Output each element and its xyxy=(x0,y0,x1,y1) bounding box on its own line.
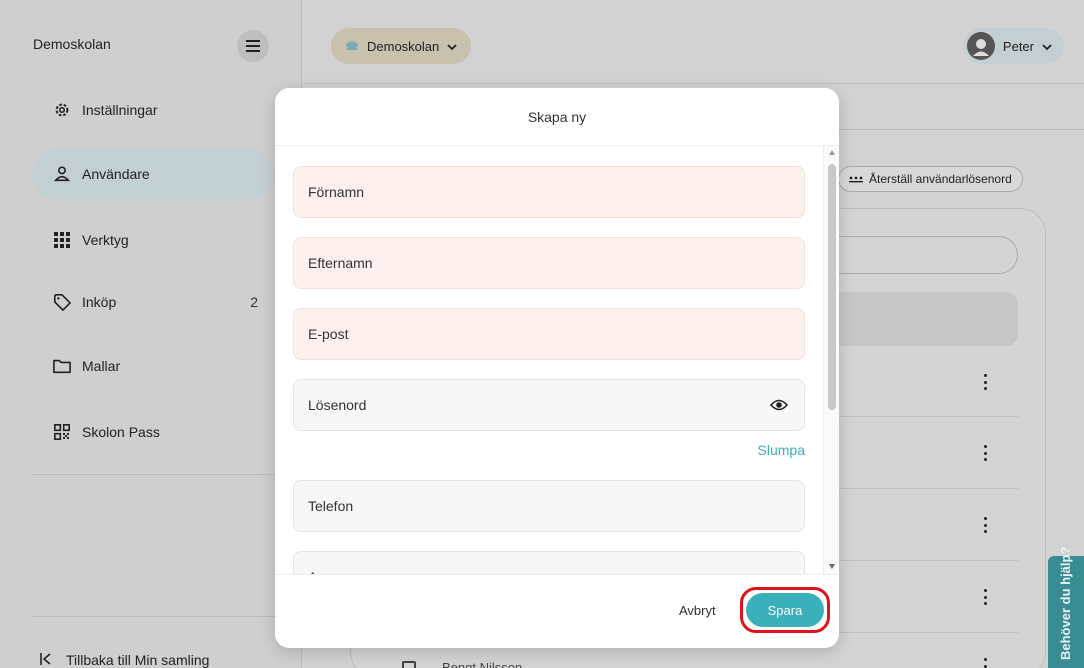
sidebar-item-label: Skolon Pass xyxy=(82,424,160,440)
chevron-down-icon xyxy=(447,39,457,54)
scroll-down-arrow-icon[interactable] xyxy=(829,564,835,569)
sidebar-item-installningar[interactable]: Inställningar xyxy=(32,84,274,136)
sidebar-item-mallar[interactable]: Mallar xyxy=(32,340,274,392)
back-to-collection-link[interactable]: Tillbaka till Min samling xyxy=(40,652,209,668)
school-logo-icon xyxy=(345,39,359,54)
sidebar-item-label: Inställningar xyxy=(82,102,158,118)
sidebar-divider xyxy=(32,474,302,475)
user-name: Peter xyxy=(1002,38,1034,54)
reset-password-label: Återställ användarlösenord xyxy=(869,172,1012,186)
table-row[interactable]: Bengt Nilsson xyxy=(402,660,522,668)
sidebar-item-verktyg[interactable]: Verktyg xyxy=(32,214,274,266)
grid-icon xyxy=(52,230,72,250)
password-dots-icon xyxy=(849,172,863,186)
avatar xyxy=(966,32,995,60)
folder-icon xyxy=(52,356,72,376)
last-name-field[interactable]: Efternamn xyxy=(293,237,805,289)
first-name-placeholder: Förnamn xyxy=(308,184,365,200)
dialog-form: Förnamn Efternamn E-post Lösenord Slumpa… xyxy=(275,146,823,574)
sidebar-item-label: Inköp xyxy=(82,294,117,310)
row-user-name: Bengt Nilsson xyxy=(442,660,523,668)
gear-icon xyxy=(52,100,72,120)
top-bar: Demoskolan Peter xyxy=(303,10,1084,84)
hamburger-icon xyxy=(246,40,260,52)
qr-code-icon xyxy=(52,422,72,442)
sidebar-item-label: Verktyg xyxy=(82,232,129,248)
reset-password-button[interactable]: Återställ användarlösenord xyxy=(838,166,1023,192)
create-user-dialog: Skapa ny Förnamn Efternamn E-post Löseno… xyxy=(275,88,839,648)
row-more-icon[interactable] xyxy=(980,372,990,392)
chevron-down-icon xyxy=(1042,39,1052,54)
randomize-password-link[interactable]: Slumpa xyxy=(758,442,805,458)
row-more-icon[interactable] xyxy=(980,515,990,535)
row-more-icon[interactable] xyxy=(980,587,990,607)
dialog-scrollbar[interactable] xyxy=(823,146,839,574)
row-checkbox[interactable] xyxy=(402,660,416,668)
password-field[interactable]: Lösenord xyxy=(293,379,805,431)
back-link-label: Tillbaka till Min samling xyxy=(66,652,210,668)
user-icon xyxy=(52,164,72,184)
tag-icon xyxy=(52,292,72,312)
count-badge: 2 xyxy=(250,294,258,310)
sidebar-item-label: Mallar xyxy=(82,358,121,374)
last-name-placeholder: Efternamn xyxy=(308,255,373,271)
save-button[interactable]: Spara xyxy=(746,593,824,627)
scrollbar-thumb[interactable] xyxy=(828,164,836,410)
sidebar-item-skolon-pass[interactable]: Skolon Pass xyxy=(32,406,274,458)
dialog-footer: Avbryt Spara xyxy=(275,574,839,648)
eye-icon[interactable] xyxy=(769,398,789,412)
school-name: Demoskolan xyxy=(367,38,440,54)
dialog-title: Skapa ny xyxy=(275,88,839,146)
sidebar-header: Demoskolan xyxy=(0,10,302,80)
next-field-partial[interactable]: A xyxy=(293,551,805,574)
menu-toggle-button[interactable] xyxy=(237,30,269,62)
help-tab[interactable]: Behöver du hjälp? xyxy=(1048,547,1084,668)
first-name-field[interactable]: Förnamn xyxy=(293,166,805,218)
collapse-left-icon xyxy=(40,652,52,668)
sidebar-title: Demoskolan xyxy=(33,36,111,52)
scroll-up-arrow-icon[interactable] xyxy=(829,150,835,155)
sidebar-divider xyxy=(32,616,302,617)
school-switcher[interactable]: Demoskolan xyxy=(331,28,472,64)
sidebar-item-label: Användare xyxy=(82,166,150,182)
phone-field[interactable]: Telefon xyxy=(293,480,805,532)
sidebar: Demoskolan Inställningar Användare Verkt… xyxy=(0,0,302,668)
cancel-button[interactable]: Avbryt xyxy=(679,603,716,618)
row-more-icon[interactable] xyxy=(980,443,990,463)
email-placeholder: E-post xyxy=(308,326,349,342)
sidebar-item-inkop[interactable]: Inköp 2 xyxy=(32,276,274,328)
row-more-icon[interactable] xyxy=(980,656,990,668)
password-placeholder: Lösenord xyxy=(308,397,367,413)
phone-placeholder: Telefon xyxy=(308,498,354,514)
sidebar-item-anvandare[interactable]: Användare xyxy=(32,148,274,200)
user-menu[interactable]: Peter xyxy=(962,28,1064,64)
help-tab-label: Behöver du hjälp? xyxy=(1058,546,1073,660)
email-field[interactable]: E-post xyxy=(293,308,805,360)
